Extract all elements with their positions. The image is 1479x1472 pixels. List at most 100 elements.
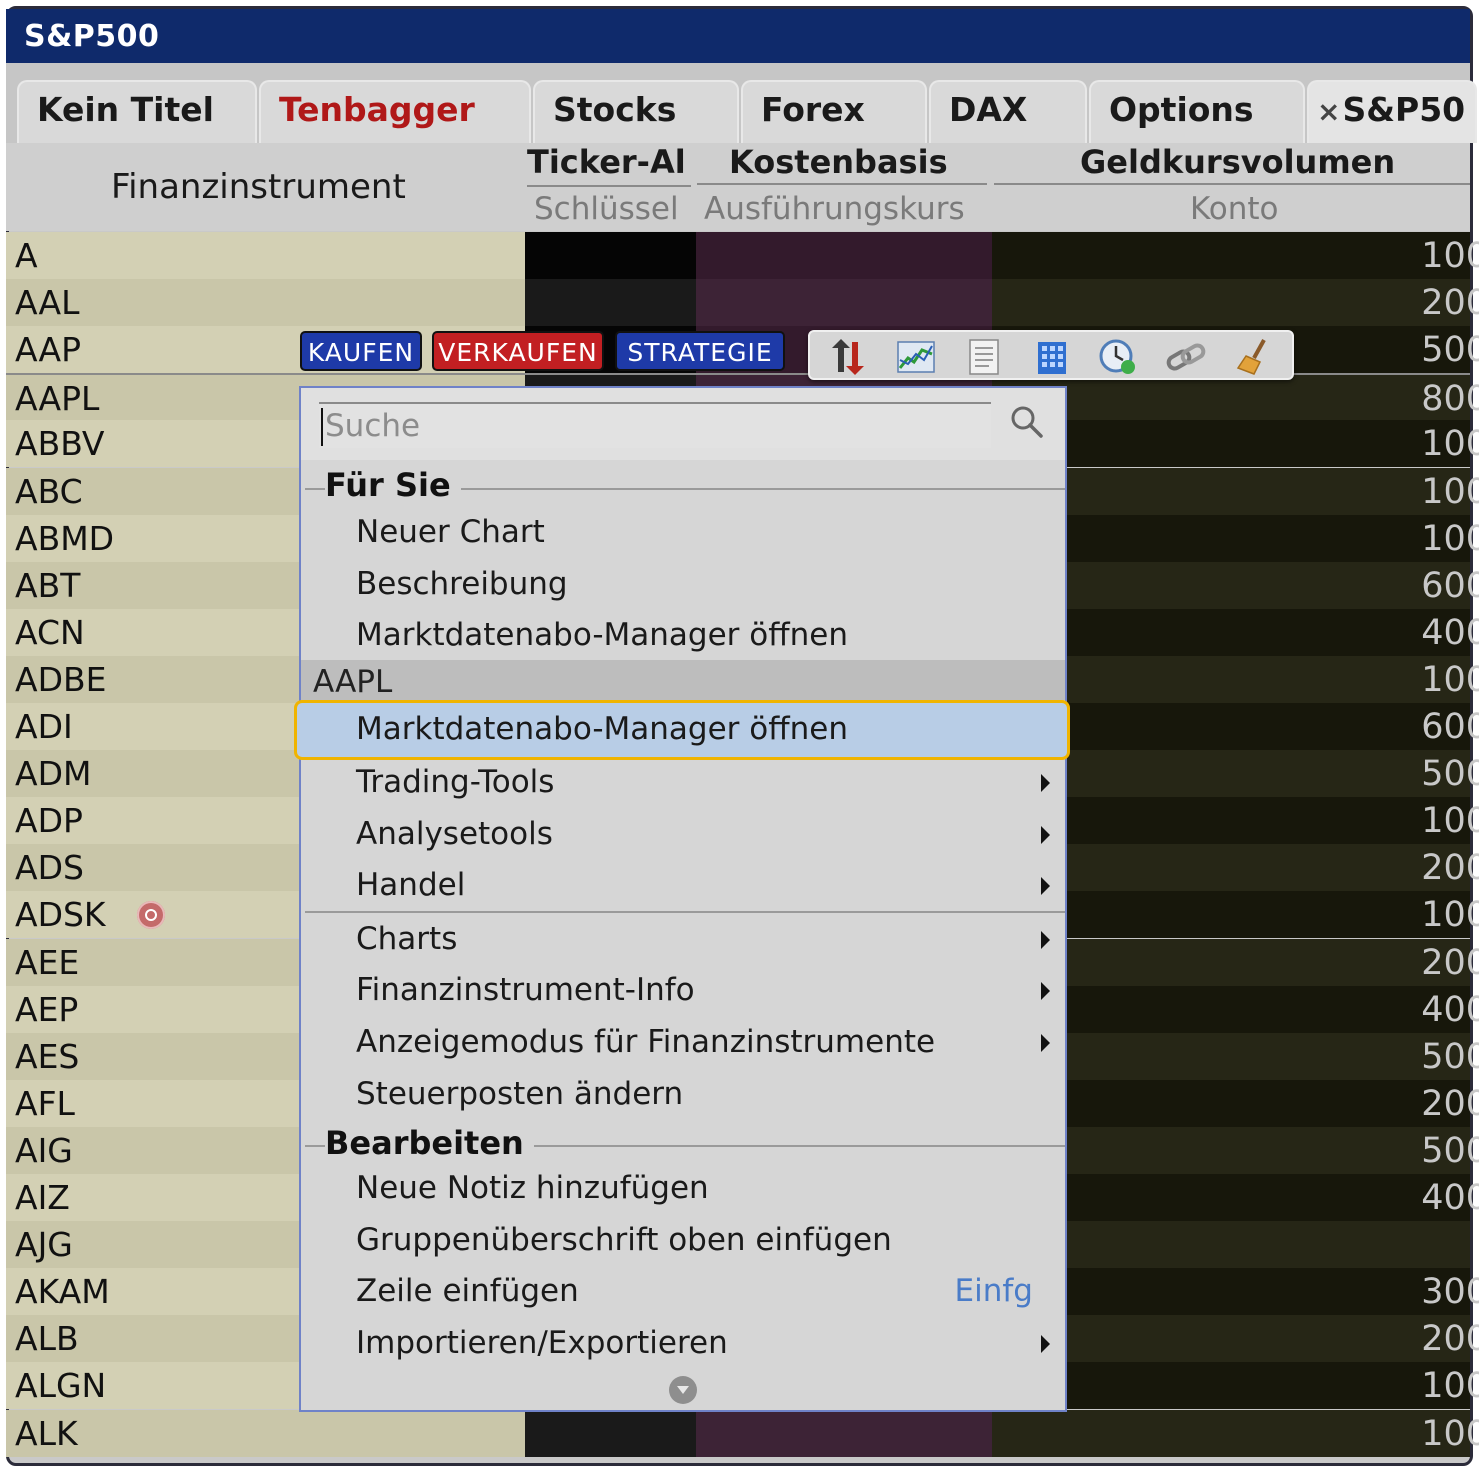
menu-item-trading-tools[interactable]: Trading-Tools	[301, 758, 1065, 808]
symbol-label: AEP	[15, 989, 79, 1029]
broom-icon[interactable]	[1234, 338, 1274, 376]
col-instrument[interactable]: Finanzinstrument	[111, 167, 406, 207]
menu-item-instrument-info[interactable]: Finanzinstrument-Info	[301, 966, 1065, 1016]
bidvol-value: 100	[1421, 424, 1479, 465]
symbol-label: AES	[15, 1036, 80, 1076]
tab-label: Stocks	[553, 90, 677, 129]
bidvol-value: 200	[1421, 1319, 1479, 1360]
menu-item-description[interactable]: Beschreibung	[301, 560, 1065, 610]
submenu-arrow-icon	[1041, 774, 1050, 792]
col-bidvol[interactable]: Geldkursvolumen	[994, 143, 1470, 185]
search-input[interactable]: Suche	[319, 402, 991, 448]
submenu-arrow-icon	[1041, 1335, 1050, 1353]
scroll-down-icon[interactable]	[669, 1376, 697, 1404]
instrument-cell[interactable]: ALK	[6, 1409, 525, 1457]
quick-toolbar	[808, 330, 1294, 380]
tab-forex[interactable]: Forex	[741, 80, 927, 143]
menu-item-new-chart[interactable]: Neuer Chart	[301, 508, 1065, 558]
symbol-label: AAPL	[15, 379, 100, 419]
clock-globe-icon[interactable]	[1098, 338, 1138, 376]
bidvol-value: 100	[1421, 659, 1479, 700]
search-placeholder: Suche	[325, 408, 421, 444]
tab-tenbagger[interactable]: Tenbagger	[259, 80, 531, 143]
tab-label: Forex	[761, 90, 865, 129]
col-ticker[interactable]: Ticker-Al	[527, 143, 691, 187]
tab-options[interactable]: Options	[1089, 80, 1305, 143]
bidvol-cell[interactable]: 100	[992, 1409, 1479, 1457]
menu-item-add-note[interactable]: Neue Notiz hinzufügen	[301, 1164, 1065, 1214]
menu-item-label: Marktdatenabo-Manager öffnen	[356, 711, 848, 747]
col-cost[interactable]: Kostenbasis	[697, 143, 987, 185]
column-header: Finanzinstrument Ticker-Al Schlüssel Kos…	[6, 143, 1470, 231]
submenu-arrow-icon	[1041, 877, 1050, 895]
menu-item-trade[interactable]: Handel	[301, 861, 1065, 911]
table-row[interactable]: A 100	[6, 232, 1479, 279]
ticker-cell[interactable]	[525, 1409, 696, 1457]
strategy-button[interactable]: STRATEGIE	[615, 331, 785, 371]
alert-icon[interactable]	[137, 901, 165, 929]
cost-cell[interactable]	[696, 1409, 992, 1457]
buy-button[interactable]: KAUFEN	[300, 331, 422, 371]
search-icon[interactable]	[1009, 404, 1045, 440]
ticker-cell[interactable]	[525, 232, 696, 279]
table-row[interactable]: AAL 200	[6, 279, 1479, 327]
submenu-arrow-icon	[1041, 1034, 1050, 1052]
window-title: S&P500	[24, 19, 160, 54]
menu-item-market-data-manager-highlighted[interactable]: Marktdatenabo-Manager öffnen	[294, 700, 1070, 760]
shortcut-hint: Einfg	[954, 1273, 1033, 1309]
menu-item-insert-row[interactable]: Zeile einfügen Einfg	[301, 1267, 1065, 1317]
bidvol-cell[interactable]: 100	[992, 232, 1479, 279]
menu-item-label: Marktdatenabo-Manager öffnen	[356, 617, 848, 653]
table-row[interactable]: ALK 100	[6, 1409, 1479, 1457]
symbol-label: ACN	[15, 612, 85, 652]
symbol-label: ABMD	[15, 518, 115, 558]
building-icon[interactable]	[1032, 338, 1072, 376]
bidvol-value: 600	[1421, 707, 1479, 747]
menu-item-analysis-tools[interactable]: Analysetools	[301, 810, 1065, 860]
title-bar: S&P500	[6, 9, 1470, 63]
cost-cell[interactable]	[696, 279, 992, 327]
cost-cell[interactable]	[696, 232, 992, 279]
menu-item-display-mode[interactable]: Anzeigemodus für Finanzinstrumente	[301, 1018, 1065, 1068]
document-icon[interactable]	[964, 338, 1004, 376]
tab-sp500[interactable]: ×S&P50	[1307, 80, 1477, 143]
bidvol-value: 400	[1421, 1178, 1479, 1218]
link-icon[interactable]	[1166, 338, 1206, 376]
menu-item-label: Finanzinstrument-Info	[356, 972, 695, 1008]
menu-item-label: Anzeigemodus für Finanzinstrumente	[356, 1024, 936, 1060]
bidvol-cell[interactable]: 200	[992, 279, 1479, 327]
section-for-you: Für Sie	[325, 466, 461, 504]
close-tab-icon[interactable]: ×	[1317, 95, 1340, 128]
ticker-cell[interactable]	[525, 279, 696, 327]
menu-item-tax-lots[interactable]: Steuerposten ändern	[301, 1070, 1065, 1120]
tab-dax[interactable]: DAX	[929, 80, 1087, 143]
menu-item-label: Neuer Chart	[356, 514, 545, 550]
tab-kein-titel[interactable]: Kein Titel	[17, 80, 257, 143]
col-bidvol-sub: Konto	[1190, 191, 1279, 227]
symbol-label: AIZ	[15, 1178, 70, 1217]
bidvol-value: 400	[1421, 612, 1479, 653]
bidvol-value: 200	[1421, 942, 1479, 983]
symbol-label: AFL	[15, 1083, 75, 1123]
tab-label: DAX	[949, 90, 1028, 129]
symbol-label: ABC	[15, 471, 83, 511]
bidvol-value: 200	[1421, 1083, 1479, 1124]
sell-button[interactable]: VERKAUFEN	[432, 331, 604, 371]
tab-label: S&P50	[1342, 90, 1466, 129]
bidvol-value: 500	[1421, 1036, 1479, 1077]
instrument-cell[interactable]: AAL	[6, 279, 525, 327]
tab-stocks[interactable]: Stocks	[533, 80, 739, 143]
bidvol-value: 300	[1421, 1272, 1479, 1313]
section-edit: Bearbeiten	[325, 1124, 534, 1162]
order-arrows-icon[interactable]	[828, 338, 868, 376]
bidvol-value: 200	[1421, 283, 1479, 324]
menu-item-import-export[interactable]: Importieren/Exportieren	[301, 1319, 1065, 1369]
instrument-cell[interactable]: A	[6, 232, 525, 279]
bidvol-value: 500	[1421, 754, 1479, 795]
bidvol-value: 400	[1421, 989, 1479, 1030]
menu-item-market-data-manager[interactable]: Marktdatenabo-Manager öffnen	[301, 611, 1065, 661]
bidvol-value: 500	[1421, 1130, 1479, 1171]
menu-item-insert-group-header[interactable]: Gruppenüberschrift oben einfügen	[301, 1216, 1065, 1266]
chart-icon[interactable]	[896, 338, 936, 376]
menu-item-charts[interactable]: Charts	[301, 915, 1065, 965]
